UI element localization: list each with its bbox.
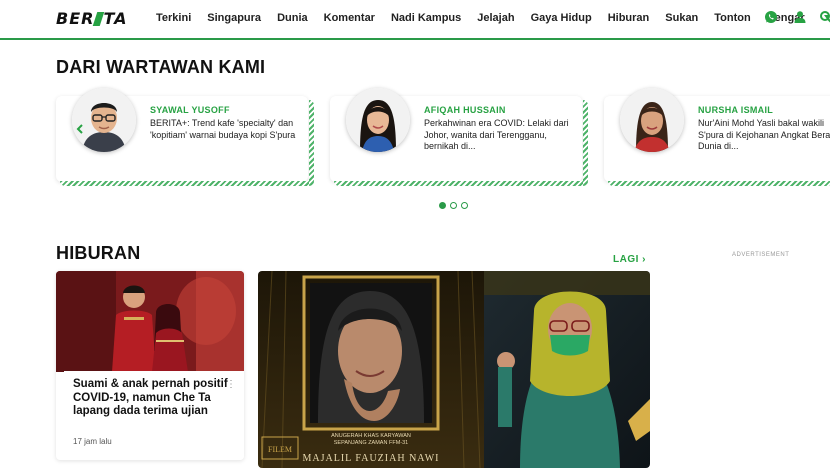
menu-item-dunia[interactable]: Dunia: [277, 12, 308, 24]
featured-story[interactable]: ANUGERAH KHAS KARYAWAN SEPANJANG ZAMAN F…: [258, 271, 650, 468]
journalist-name[interactable]: AFIQAH HUSSAIN: [424, 105, 506, 115]
card-stripe: [60, 181, 314, 186]
story-timestamp: 17 jam lalu: [73, 437, 112, 446]
more-link-label: LAGI: [613, 254, 639, 265]
carousel-dot[interactable]: [439, 202, 446, 209]
more-link[interactable]: LAGI ›: [613, 254, 646, 265]
user-icon[interactable]: [793, 10, 807, 24]
card-stripe-right: [583, 100, 588, 186]
carousel-dot[interactable]: [461, 202, 468, 209]
article-teaser[interactable]: Perkahwinan era COVID: Lelaki dari Johor…: [424, 118, 574, 153]
story-image[interactable]: [56, 271, 244, 372]
journalist-photo-afiqah: [346, 88, 410, 152]
menu-item-sukan[interactable]: Sukan: [665, 12, 698, 24]
article-teaser[interactable]: BERITA+: Trend kafe 'specialty' dan 'kop…: [150, 118, 300, 141]
avatar: [620, 88, 684, 152]
search-icon[interactable]: [819, 10, 830, 24]
advertisement-label: ADVERTISEMENT: [732, 252, 790, 258]
avatar: [346, 88, 410, 152]
avatar: [72, 88, 136, 152]
award-caption-2: SEPANJANG ZAMAN FFM-31: [334, 440, 408, 446]
journalist-name[interactable]: SYAWAL YUSOFF: [150, 105, 230, 115]
award-caption-1: ANUGERAH KHAS KARYAWAN: [331, 433, 411, 439]
menu-item-singapura[interactable]: Singapura: [207, 12, 261, 24]
menu-item-komentar[interactable]: Komentar: [324, 12, 375, 24]
menu-item-tonton[interactable]: Tonton: [714, 12, 750, 24]
journalist-photo-nursha: [620, 88, 684, 152]
menu-item-terkini[interactable]: Terkini: [156, 12, 191, 24]
top-nav: BER TA Terkini Singapura Dunia Komentar N…: [0, 0, 830, 40]
award-caption-3: MAJALIL FAUZIAH NAWI: [303, 453, 440, 464]
more-options-icon[interactable]: ⋮: [226, 379, 236, 390]
chevron-right-icon: ›: [642, 254, 647, 265]
menu-item-hiburan[interactable]: Hiburan: [608, 12, 650, 24]
story-content: Suami & anak pernah positif COVID-19, na…: [64, 371, 244, 460]
festival-logo-text: FILEM: [268, 445, 292, 454]
journalist-card[interactable]: NURSHA ISMAIL Nur'Aini Mohd Yasli bakal …: [604, 88, 830, 186]
card-stripe: [334, 181, 588, 186]
menu-item-nadi-kampus[interactable]: Nadi Kampus: [391, 12, 461, 24]
card-stripe-right: [309, 100, 314, 186]
story-headline[interactable]: Suami & anak pernah positif COVID-19, na…: [73, 378, 228, 419]
featured-image[interactable]: ANUGERAH KHAS KARYAWAN SEPANJANG ZAMAN F…: [258, 271, 650, 468]
story-card[interactable]: Suami & anak pernah positif COVID-19, na…: [56, 271, 244, 460]
chevron-left-icon[interactable]: [74, 123, 86, 135]
whatsapp-icon[interactable]: [764, 10, 778, 24]
card-stripe: [608, 181, 830, 186]
section-title-hiburan: HIBURAN: [56, 243, 141, 263]
journalist-photo-syawal: [72, 88, 136, 152]
journalist-card[interactable]: SYAWAL YUSOFF BERITA+: Trend kafe 'speci…: [56, 88, 314, 186]
journalist-card[interactable]: AFIQAH HUSSAIN Perkahwinan era COVID: Le…: [330, 88, 588, 186]
logo-text-right: TA: [103, 9, 128, 28]
article-teaser[interactable]: Nur'Aini Mohd Yasli bakal wakili S'pura …: [698, 118, 830, 153]
carousel-dot[interactable]: [450, 202, 457, 209]
menu-item-gaya-hidup[interactable]: Gaya Hidup: [531, 12, 592, 24]
menu-item-jelajah[interactable]: Jelajah: [477, 12, 514, 24]
logo-text-left: BER: [56, 9, 95, 28]
main-menu: Terkini Singapura Dunia Komentar Nadi Ka…: [156, 12, 830, 24]
journalist-name[interactable]: NURSHA ISMAIL: [698, 105, 773, 115]
berita-logo[interactable]: BER TA: [56, 9, 128, 28]
carousel-dots: [439, 202, 468, 209]
section-title-wartawan: DARI WARTAWAN KAMI: [56, 57, 266, 77]
